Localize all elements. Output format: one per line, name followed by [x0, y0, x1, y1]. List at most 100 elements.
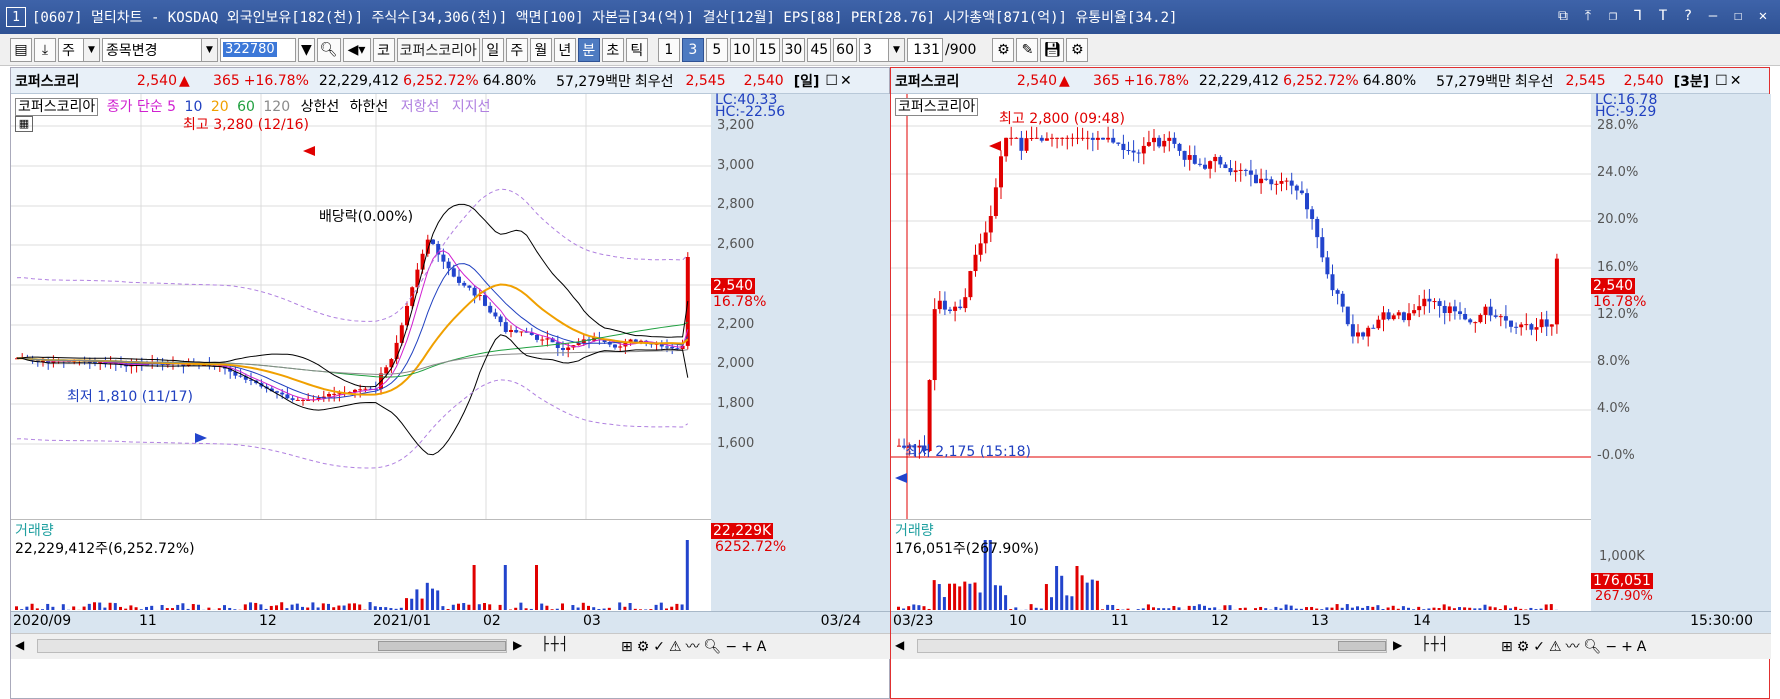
volume-bar [1279, 608, 1283, 610]
maximize-icon[interactable]: ☐ [1729, 6, 1747, 26]
count-input[interactable]: 131 [906, 37, 943, 62]
speaker-icon[interactable]: ◀▾ [342, 37, 371, 62]
candle-body [1024, 138, 1029, 151]
candle-body [1080, 137, 1085, 139]
draw-tool-icon[interactable]: ✎ [1016, 37, 1039, 62]
volume-bar [675, 603, 679, 610]
price-tick-label: 20.0% [1597, 212, 1639, 228]
scroll-left-icon[interactable]: ◀ [15, 638, 24, 652]
price-tick-label: 2,800 [717, 197, 755, 213]
font-icon[interactable]: Ꞁ [1629, 6, 1647, 26]
volume-bar [1340, 607, 1344, 610]
right-scroll-bar[interactable]: ◀ ▶ ├┼┤ ⊞⚙✓⚠〰🔍︎−+A [891, 633, 1771, 659]
scroll-track[interactable] [37, 639, 507, 653]
help-icon[interactable]: ? [1679, 6, 1697, 26]
restore-icon[interactable]: ❐ [1604, 6, 1622, 26]
code-input[interactable]: 322780 [220, 37, 296, 62]
maximize-icon[interactable]: ☐ [825, 73, 838, 89]
scroll-thumb[interactable] [1338, 641, 1386, 651]
period-month[interactable]: 월 [529, 37, 552, 62]
scroll-right-icon[interactable]: ▶ [513, 638, 522, 652]
interval-5[interactable]: 5 [705, 37, 728, 62]
period-year[interactable]: 년 [553, 37, 576, 62]
volume-bar [937, 584, 941, 610]
download-icon[interactable]: ⤓ [34, 37, 56, 62]
candle-body [514, 330, 519, 333]
left-scroll-bar[interactable]: ◀ ▶ ├┼┤ ⊞⚙✓⚠〰🔍︎−+A [11, 633, 891, 659]
close-icon[interactable]: ✕ [840, 73, 852, 89]
scroll-track[interactable] [917, 639, 1387, 653]
period-week[interactable]: 주 [505, 37, 528, 62]
volume-bar [1335, 604, 1339, 610]
zoom-slider-icon[interactable]: ├┼┤ [541, 637, 570, 652]
maximize-icon[interactable]: ☐ [1715, 73, 1728, 89]
period-day[interactable]: 일 [481, 37, 504, 62]
zoom-slider-icon[interactable]: ├┼┤ [1421, 637, 1450, 652]
text-icon[interactable]: T [1654, 6, 1672, 26]
candle-body [1167, 137, 1172, 141]
period-second[interactable]: 초 [601, 37, 624, 62]
chevron-down-icon[interactable]: ▼ [201, 38, 217, 61]
link-icon[interactable]: ⧉ [1554, 6, 1572, 26]
volume-bar [72, 606, 76, 610]
code-dropdown-icon[interactable]: ▼ [298, 37, 315, 62]
candle-body [1396, 312, 1401, 316]
candle-body [498, 316, 503, 323]
candle-body [978, 243, 983, 255]
change-stock-select[interactable]: 종목변경 ▼ [102, 37, 218, 62]
scroll-thumb[interactable] [378, 641, 506, 651]
interval-60[interactable]: 60 [833, 37, 857, 62]
left-legend: 코퍼스코리아 종가 단순 5 10 20 60 120 상한선 하한선 저항선 … [15, 96, 491, 116]
stock-type-select[interactable]: 주 ▼ [58, 37, 100, 62]
grid-icon[interactable]: ▦ [15, 116, 33, 132]
volume-bar [1228, 605, 1232, 610]
period-tick[interactable]: 틱 [625, 37, 648, 62]
save-icon[interactable]: 💾︎ [1040, 37, 1065, 62]
candle-body [384, 367, 389, 374]
close-icon[interactable]: ✕ [1754, 6, 1772, 26]
interval-1[interactable]: 1 [657, 37, 680, 62]
interval-select[interactable]: 3 ▼ [858, 37, 905, 62]
volume-bar [1509, 608, 1512, 610]
volume-bar [1050, 597, 1053, 610]
scroll-right-icon[interactable]: ▶ [1393, 638, 1402, 652]
search-icon[interactable]: 🔍︎ [316, 37, 341, 62]
interval-3[interactable]: 3 [681, 37, 704, 62]
interval-10[interactable]: 10 [729, 37, 754, 62]
layout-icon[interactable]: ▤ [10, 37, 32, 62]
volume-bar [1243, 607, 1247, 610]
interval-30[interactable]: 30 [781, 37, 806, 62]
chart-tools-icons[interactable]: ⊞⚙✓⚠〰🔍︎−+A [1501, 636, 1650, 656]
settings-icon[interactable]: ⚙ [1066, 37, 1089, 62]
volume-bar [441, 606, 445, 610]
volume-bar [399, 607, 403, 610]
minimize-icon[interactable]: – [1704, 6, 1722, 26]
pin-icon[interactable]: ⤒ [1579, 6, 1597, 26]
interval-15[interactable]: 15 [755, 37, 780, 62]
price-tick-label: 24.0% [1597, 165, 1639, 181]
date-tick-label: 11 [1111, 613, 1129, 629]
candle-body [545, 338, 550, 340]
volume-bar [332, 607, 336, 610]
scroll-left-icon[interactable]: ◀ [895, 638, 904, 652]
candle-body [1055, 137, 1060, 139]
kind-button[interactable]: 코 [372, 37, 395, 62]
high-note: 최고 2,800 (09:48) [999, 111, 1126, 127]
chevron-down-icon[interactable]: ▼ [83, 38, 99, 61]
chart-tools-icons[interactable]: ⊞⚙✓⚠〰🔍︎−+A [621, 636, 770, 656]
candle-body [358, 389, 363, 391]
indicator-icon[interactable]: ⚙ [992, 37, 1015, 62]
stock-name-field[interactable]: 코퍼스코리아 [396, 37, 480, 62]
period-minute[interactable]: 분 [577, 37, 600, 62]
chevron-down-icon[interactable]: ▼ [887, 38, 904, 61]
volume-bar [1478, 608, 1482, 610]
volume-bar [1376, 605, 1380, 610]
interval-45[interactable]: 45 [807, 37, 832, 62]
volume-bar [103, 607, 107, 610]
low-note: 최저 1,810 (11/17) [67, 389, 194, 405]
candle-body [1029, 137, 1034, 139]
date-tick-label: 11 [139, 613, 157, 629]
volume-bar [87, 603, 91, 610]
close-icon[interactable]: ✕ [1730, 73, 1742, 89]
volume-bar [269, 605, 273, 610]
